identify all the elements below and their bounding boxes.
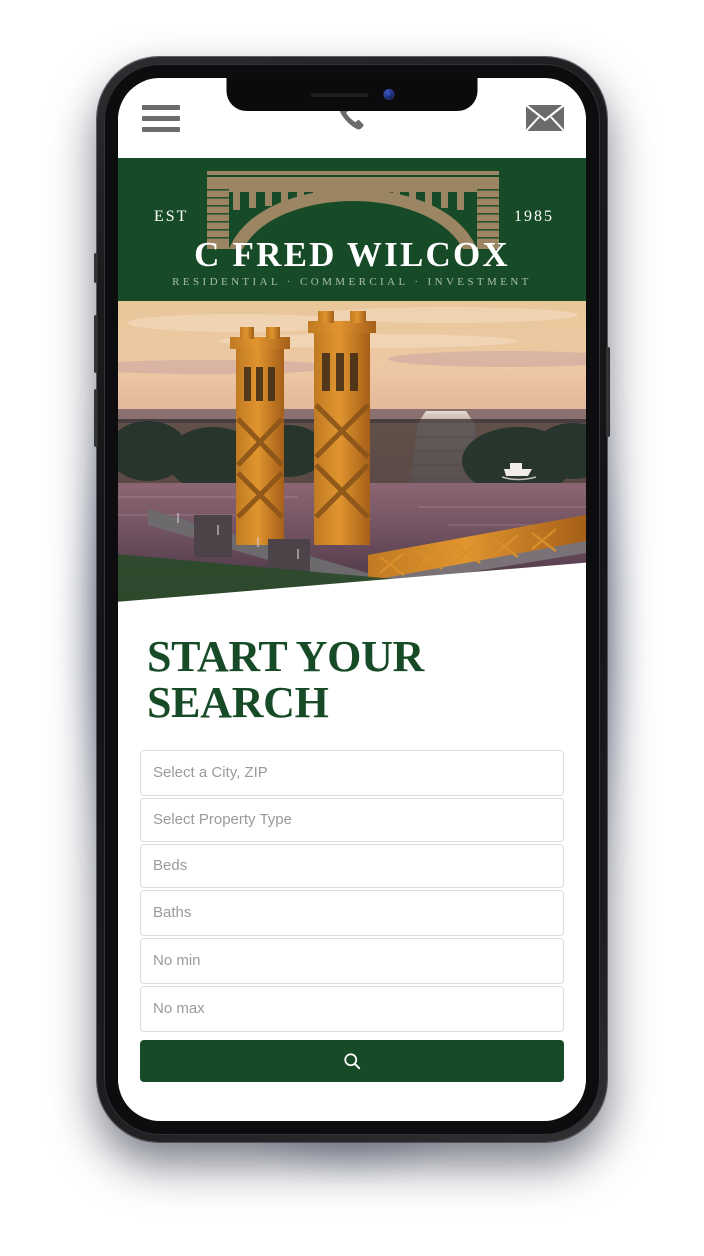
hamburger-bar bbox=[142, 126, 180, 132]
device-notch bbox=[226, 78, 478, 111]
mute-switch[interactable] bbox=[94, 253, 98, 283]
search-section: START YOUR SEARCH Select a City, ZIP Sel… bbox=[118, 606, 586, 1082]
search-select-property-type[interactable]: Select Property Type bbox=[140, 797, 564, 842]
search-select-beds[interactable]: Beds bbox=[140, 843, 564, 888]
brand-name: C FRED WILCOX bbox=[194, 235, 510, 274]
brand-tagline: RESIDENTIAL · COMMERCIAL · INVESTMENT bbox=[172, 276, 532, 288]
hamburger-bar bbox=[142, 115, 180, 121]
hero-banner bbox=[118, 301, 586, 606]
power-button[interactable] bbox=[606, 347, 610, 437]
established-label: EST bbox=[154, 208, 189, 225]
brand-logo-band: EST 1985 C FRED WILCOX RESIDENTIAL · COM… bbox=[118, 158, 586, 301]
search-icon bbox=[344, 1052, 361, 1069]
hamburger-menu-icon[interactable] bbox=[142, 104, 180, 132]
search-select-price-min[interactable]: No min bbox=[140, 937, 564, 984]
front-camera-icon bbox=[383, 89, 394, 100]
phone-screen: EST 1985 C FRED WILCOX RESIDENTIAL · COM… bbox=[118, 78, 586, 1121]
established-year: 1985 bbox=[514, 208, 554, 225]
phone-mockup: EST 1985 C FRED WILCOX RESIDENTIAL · COM… bbox=[94, 57, 610, 1142]
page-title: START YOUR SEARCH bbox=[147, 632, 425, 727]
earpiece-speaker bbox=[310, 92, 368, 97]
page-stage: EST 1985 C FRED WILCOX RESIDENTIAL · COM… bbox=[0, 0, 704, 1256]
hamburger-bar bbox=[142, 104, 180, 110]
envelope-icon[interactable] bbox=[524, 97, 566, 139]
search-select-baths[interactable]: Baths bbox=[140, 889, 564, 936]
volume-down-button[interactable] bbox=[94, 389, 98, 447]
search-select-price-max[interactable]: No max bbox=[140, 985, 564, 1032]
hero-image bbox=[118, 301, 586, 606]
search-submit-button[interactable] bbox=[140, 1039, 564, 1082]
search-input-city-zip[interactable]: Select a City, ZIP bbox=[140, 749, 564, 796]
volume-up-button[interactable] bbox=[94, 315, 98, 373]
